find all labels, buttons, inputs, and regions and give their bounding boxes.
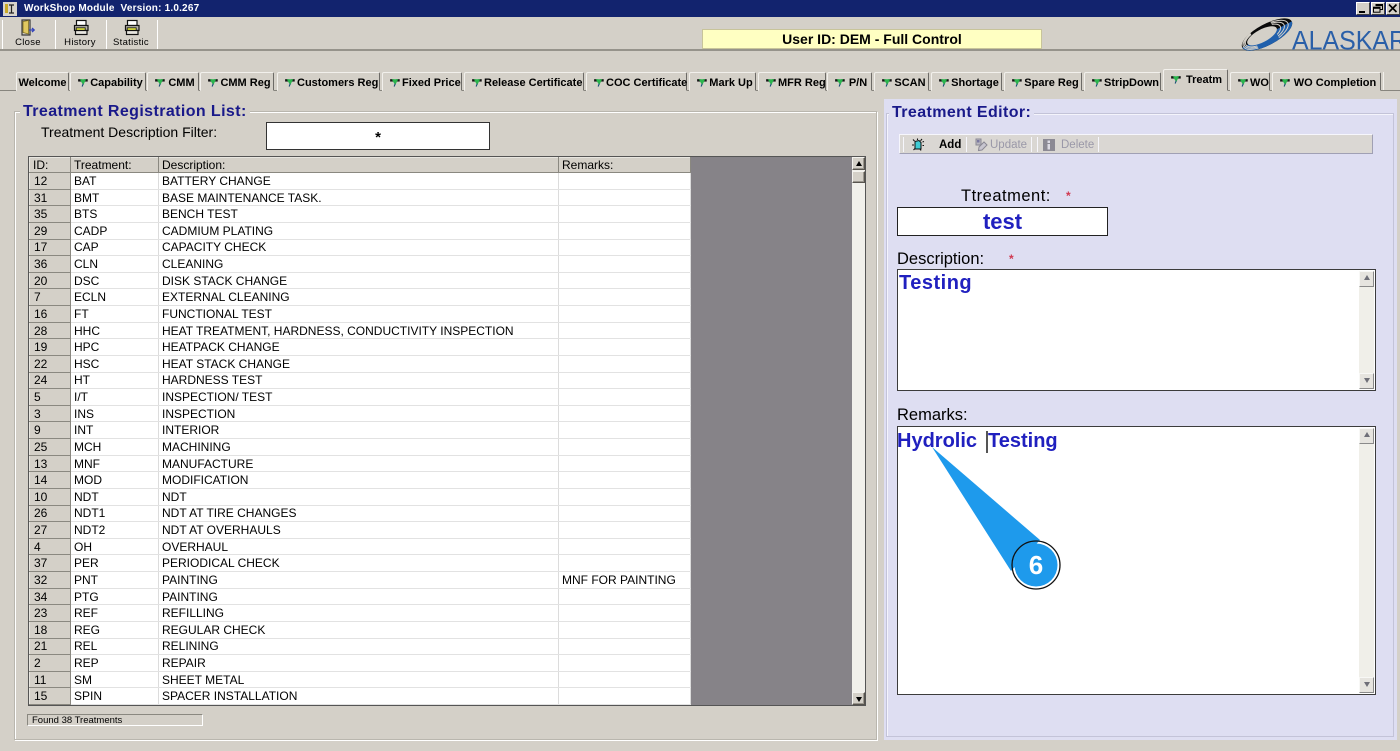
svg-text:ALASKAR: ALASKAR: [1292, 26, 1400, 56]
svg-text:6: 6: [1029, 550, 1043, 580]
